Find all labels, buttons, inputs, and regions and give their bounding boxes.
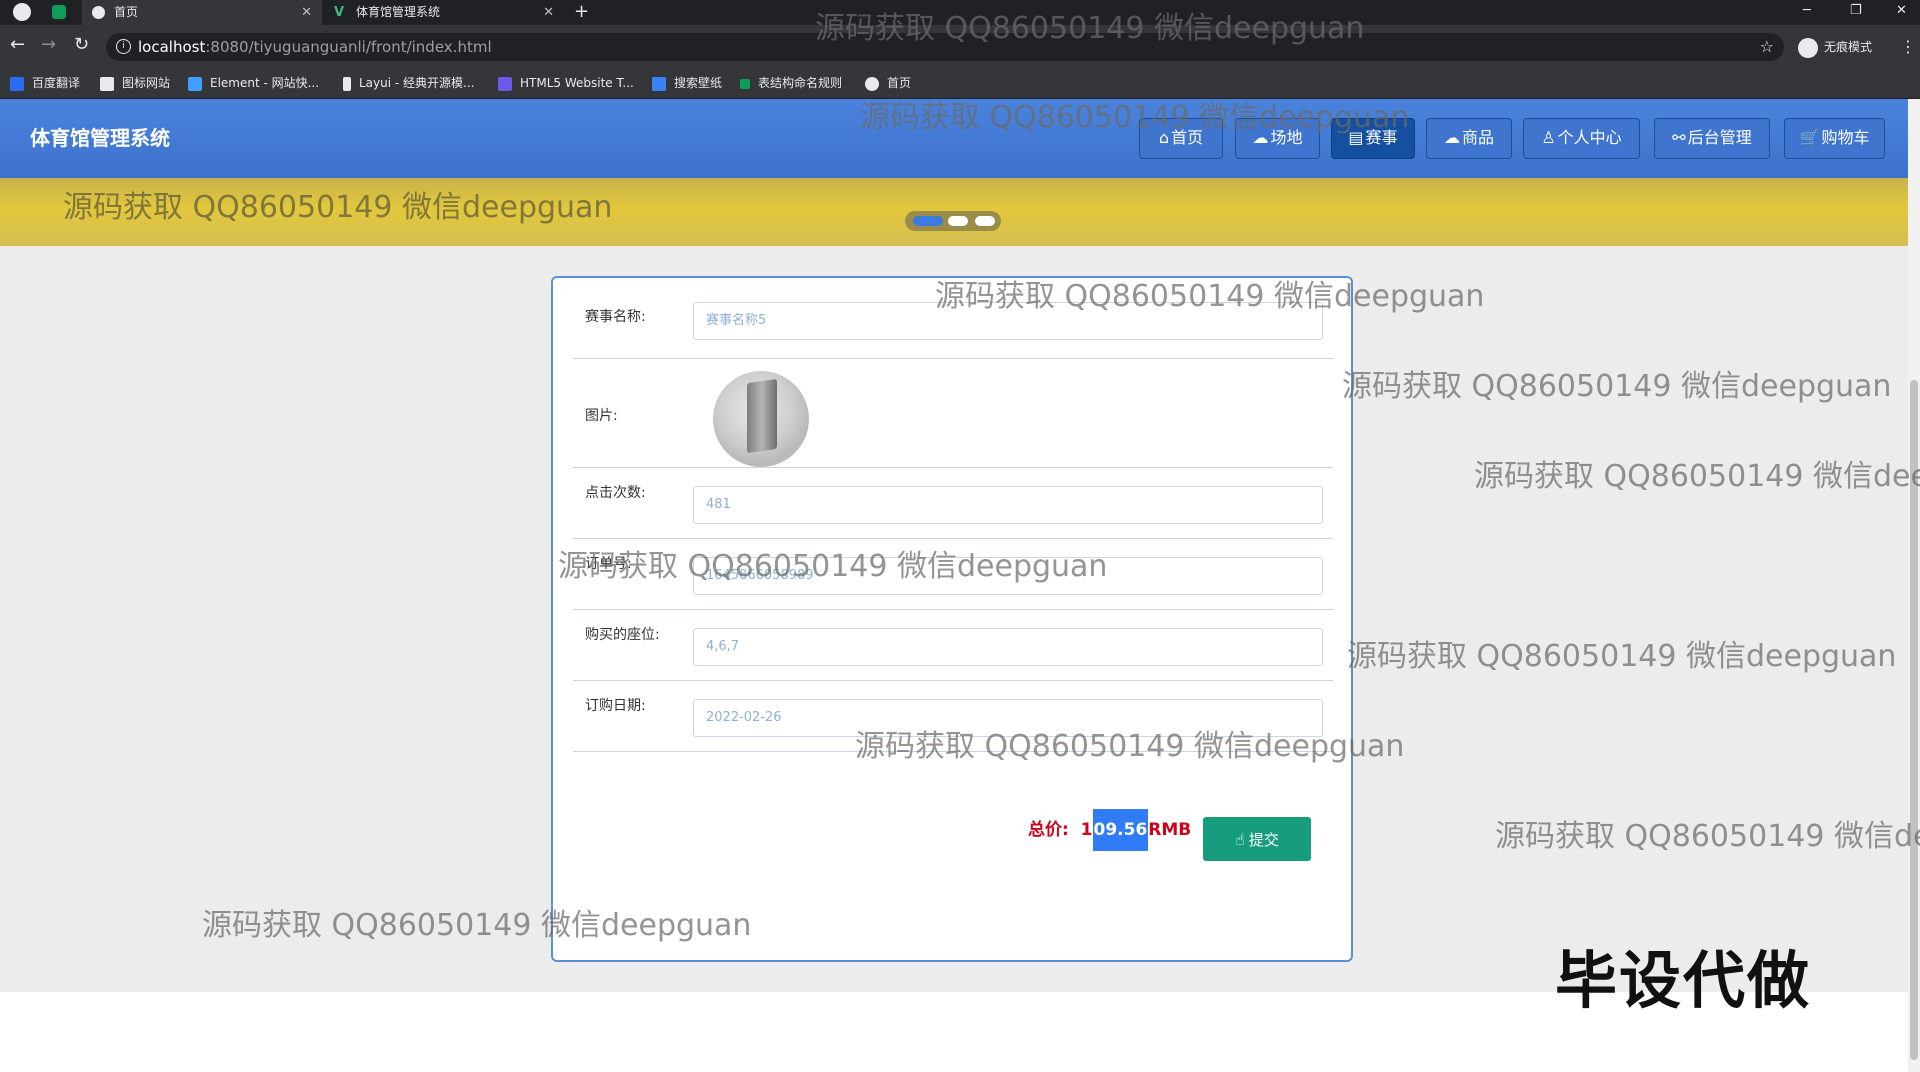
bookmark-item[interactable]: 图标网站 <box>100 68 170 98</box>
event-image <box>713 371 809 467</box>
total-price-prefix: 1 <box>1080 820 1093 840</box>
order-date-label: 订购日期: <box>585 698 646 714</box>
globe-icon <box>92 6 105 19</box>
promo-text: 毕设代做 <box>1555 944 1812 1017</box>
seats-label: 购买的座位: <box>585 627 660 643</box>
watermark-text: 源码获取 QQ86050149 微信deepguan <box>855 729 1405 764</box>
forward-icon[interactable]: → <box>41 35 56 55</box>
form-row-clicks: 点击次数: 481 <box>573 468 1333 539</box>
close-tab-icon[interactable]: ✕ <box>301 0 312 25</box>
bookmark-item[interactable]: 表结构命名规则 <box>740 68 842 98</box>
back-icon[interactable]: ← <box>10 35 25 55</box>
browser-menu-icon[interactable]: ⋮ <box>1900 37 1916 57</box>
minimize-icon[interactable]: ─ <box>1803 0 1811 22</box>
bookmark-star-icon[interactable]: ☆ <box>1760 33 1774 61</box>
watermark-text: 源码获取 QQ86050149 微信deepguan <box>935 279 1485 314</box>
submit-button[interactable]: ☝ 提交 <box>1203 817 1311 861</box>
translate-icon <box>10 76 24 91</box>
form-row-seats: 购买的座位: 4,6,7 <box>573 610 1333 681</box>
clicks-field[interactable]: 481 <box>693 486 1323 524</box>
browser-tab-home[interactable]: 首页 ✕ <box>82 0 322 25</box>
incognito-icon <box>1798 37 1818 58</box>
new-tab-button[interactable]: + <box>574 0 589 24</box>
nav-user-center[interactable]: ♙ 个人中心 <box>1523 118 1640 159</box>
reload-icon[interactable]: ↻ <box>74 35 89 55</box>
watermark-text: 源码获取 QQ86050149 微信de <box>1495 819 1920 854</box>
close-tab-icon[interactable]: ✕ <box>543 0 554 25</box>
restore-icon[interactable]: ❐ <box>1850 0 1862 22</box>
image-label: 图片: <box>585 408 618 424</box>
link-icon: ⚯ <box>1672 128 1686 147</box>
bookmark-item[interactable]: 搜索壁纸 <box>652 68 722 98</box>
html5-icon <box>498 76 512 91</box>
flag-icon <box>100 76 114 91</box>
seats-field[interactable]: 4,6,7 <box>693 628 1323 666</box>
watermark-text: 源码获取 QQ86050149 微信dee <box>1474 459 1920 494</box>
layui-icon <box>343 76 351 91</box>
bookmark-item[interactable]: 百度翻译 <box>10 68 80 98</box>
watermark-text: 源码获取 QQ86050149 微信deepguan <box>558 549 1108 584</box>
browser-tab-gym[interactable]: V 体育馆管理系统 ✕ <box>324 0 564 25</box>
carousel-dot[interactable] <box>913 216 943 226</box>
total-price-selected: 09.56 <box>1092 809 1149 851</box>
cart-icon: 🛒 <box>1799 128 1820 147</box>
wallpaper-icon <box>652 76 666 91</box>
bookmark-item[interactable]: HTML5 Website T... <box>498 68 634 98</box>
bookmark-item[interactable]: Layui - 经典开源模... <box>343 68 474 98</box>
form-row-image: 图片: <box>573 359 1333 468</box>
element-icon <box>188 76 202 91</box>
watermark-text: 源码获取 QQ86050149 微信deepguan <box>1347 639 1897 674</box>
carousel-dot[interactable] <box>948 216 968 226</box>
nav-cart[interactable]: 🛒 购物车 <box>1784 118 1885 159</box>
clicks-label: 点击次数: <box>585 485 646 501</box>
bookmark-item[interactable]: Element - 网站快... <box>188 68 319 98</box>
nav-goods[interactable]: ☁ 商品 <box>1426 118 1512 159</box>
chrome-app-icon[interactable] <box>13 3 31 21</box>
total-price-unit: RMB <box>1148 820 1192 840</box>
nav-admin[interactable]: ⚯ 后台管理 <box>1654 118 1770 159</box>
goods-icon: ☁ <box>1443 128 1460 147</box>
watermark-text: 源码获取 QQ86050149 微信deepguan <box>63 190 613 225</box>
site-info-icon[interactable]: i <box>116 39 131 54</box>
vue-icon: V <box>334 5 345 20</box>
hand-cursor-icon: ☝ <box>1235 830 1245 849</box>
total-price-label: 总价: <box>1028 820 1069 840</box>
incognito-indicator[interactable]: 无痕模式 <box>1798 35 1872 59</box>
sheet-icon <box>740 78 750 89</box>
carousel-dot[interactable] <box>975 216 995 226</box>
watermark-text: 源码获取 QQ86050149 微信deepguan <box>1342 369 1892 404</box>
laptop-image <box>747 378 777 454</box>
pinned-tab-icon[interactable] <box>52 5 66 19</box>
watermark-text: 源码获取 QQ86050149 微信deepguan <box>815 11 1365 46</box>
total-price: 总价: 109.56RMB <box>1028 809 1191 851</box>
user-icon: ♙ <box>1541 128 1556 147</box>
event-name-label: 赛事名称: <box>585 309 646 325</box>
globe-icon <box>865 76 879 91</box>
order-form-card: 赛事名称: 赛事名称5 图片: 点击次数: 481 订单号: 164586605… <box>551 276 1353 962</box>
watermark-text: 源码获取 QQ86050149 微信deepguan <box>202 908 752 943</box>
url-text[interactable]: localhost:8080/tiyuguanguanli/front/inde… <box>138 33 492 61</box>
site-title: 体育馆管理系统 <box>30 126 170 150</box>
carousel-indicator <box>905 211 1001 231</box>
watermark-text: 源码获取 QQ86050149 微信deepguan <box>860 100 1410 135</box>
close-window-icon[interactable]: ✕ <box>1896 0 1907 22</box>
